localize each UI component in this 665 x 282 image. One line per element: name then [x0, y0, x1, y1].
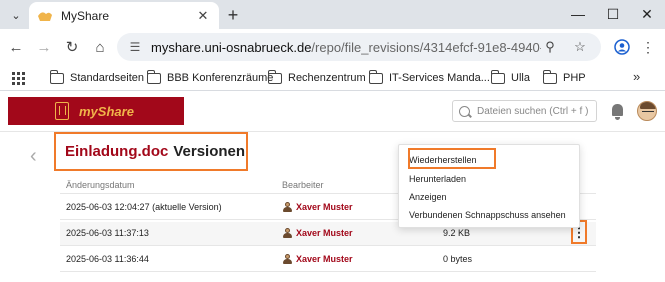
browser-tab[interactable]: MyShare ✕	[29, 2, 219, 29]
minimize-icon[interactable]: —	[563, 3, 593, 25]
search-input[interactable]	[477, 105, 597, 117]
search-icon	[459, 105, 470, 117]
reload-icon[interactable]: ↻	[62, 37, 82, 57]
home-icon[interactable]: ⌂	[90, 37, 110, 57]
app-header: myShare	[0, 92, 665, 132]
logo-text: myShare	[79, 103, 134, 119]
bookmarks-bar: Standardseiten BBB Konferenzräume Rechen…	[0, 65, 665, 91]
site-settings-icon[interactable]: ☰	[127, 39, 143, 55]
notification-bell-icon[interactable]	[612, 104, 623, 120]
menu-item-view-snapshot[interactable]: Verbundenen Schnappschuss ansehen	[409, 210, 566, 220]
restore-highlight	[408, 148, 496, 169]
bookmark-folder[interactable]: Rechenzentrum	[267, 69, 366, 87]
university-seal-icon	[55, 102, 69, 120]
file-size: 0 bytes	[443, 254, 473, 264]
bookmark-folder[interactable]: BBB Konferenzräume	[146, 69, 274, 87]
user-avatar[interactable]	[637, 101, 657, 121]
revision-date: 2025-06-03 12:04:27 (aktuelle Version)	[66, 202, 222, 212]
editor-name[interactable]: Xaver Muster	[296, 202, 353, 212]
more-bookmarks-chevron-icon[interactable]: »	[633, 69, 640, 84]
table-row[interactable]: 2025-06-03 11:36:44 Xaver Muster 0 bytes	[60, 248, 596, 272]
url-host: myshare.uni-osnabrueck.de	[151, 39, 312, 55]
folder-icon	[146, 69, 161, 84]
file-search[interactable]	[452, 100, 597, 122]
profile-icon[interactable]	[612, 37, 632, 57]
editor-name[interactable]: Xaver Muster	[296, 254, 353, 264]
revision-date: 2025-06-03 11:36:44	[66, 254, 149, 264]
zoom-icon[interactable]: ⚲	[541, 38, 559, 56]
back-chevron-icon[interactable]: ‹	[30, 145, 37, 168]
menu-item-download[interactable]: Herunterladen	[409, 174, 466, 184]
file-size: 9.2 KB	[443, 228, 471, 238]
myshare-logo[interactable]: myShare	[8, 97, 184, 125]
folder-icon	[490, 69, 505, 84]
folder-icon	[368, 69, 383, 84]
file-name: Einladung.doc	[65, 143, 169, 160]
folder-icon	[267, 69, 282, 84]
address-bar[interactable]: ☰ myshare.uni-osnabrueck.de/repo/file_re…	[117, 33, 601, 61]
user-icon	[283, 202, 292, 212]
new-tab-icon[interactable]: +	[222, 4, 244, 26]
bookmark-folder[interactable]: Standardseiten	[49, 69, 144, 87]
tab-title: MyShare	[61, 8, 110, 23]
myshare-favicon-icon	[37, 9, 53, 23]
bookmark-folder[interactable]: PHP	[542, 69, 586, 87]
back-arrow-icon[interactable]: ←	[6, 37, 26, 57]
page-title: Einladung.doc Versionen	[54, 132, 248, 171]
tab-search-chevron-icon[interactable]: ⌄	[6, 5, 26, 25]
bookmark-label: Rechenzentrum	[288, 72, 366, 84]
editor-name[interactable]: Xaver Muster	[296, 228, 353, 238]
bookmark-star-icon[interactable]: ☆	[571, 38, 589, 56]
url-path: /repo/file_revisions/4314efcf-91e8-4940-…	[311, 39, 541, 55]
bookmark-label: BBB Konferenzräume	[167, 72, 274, 84]
maximize-icon[interactable]: ☐	[598, 3, 628, 25]
browser-toolbar: ← → ↻ ⌂ ☰ myshare.uni-osnabrueck.de/repo…	[0, 29, 665, 65]
bookmark-label: Ulla	[511, 72, 530, 84]
close-tab-icon[interactable]: ✕	[195, 8, 211, 24]
bookmark-label: IT-Services Manda...	[389, 72, 490, 84]
user-icon	[283, 228, 292, 238]
bookmark-label: Standardseiten	[70, 72, 144, 84]
url-text[interactable]: myshare.uni-osnabrueck.de/repo/file_revi…	[151, 40, 541, 55]
column-header-date: Änderungsdatum	[66, 180, 135, 190]
bookmark-folder[interactable]: IT-Services Manda...	[368, 69, 490, 87]
revision-date: 2025-06-03 11:37:13	[66, 228, 149, 238]
tab-strip: ⌄ MyShare ✕ + — ☐ ✕	[0, 0, 665, 29]
bookmark-label: PHP	[563, 72, 586, 84]
title-suffix: Versionen	[173, 143, 246, 160]
user-icon	[283, 254, 292, 264]
column-header-editor: Bearbeiter	[282, 180, 324, 190]
bookmark-folder[interactable]: Ulla	[490, 69, 530, 87]
menu-kebab-icon[interactable]: ⋮	[638, 37, 658, 57]
folder-icon	[49, 69, 64, 84]
apps-grid-icon[interactable]	[12, 72, 25, 85]
menu-item-view[interactable]: Anzeigen	[409, 192, 447, 202]
forward-arrow-icon[interactable]: →	[34, 37, 54, 57]
close-window-icon[interactable]: ✕	[632, 3, 662, 25]
folder-icon	[542, 69, 557, 84]
